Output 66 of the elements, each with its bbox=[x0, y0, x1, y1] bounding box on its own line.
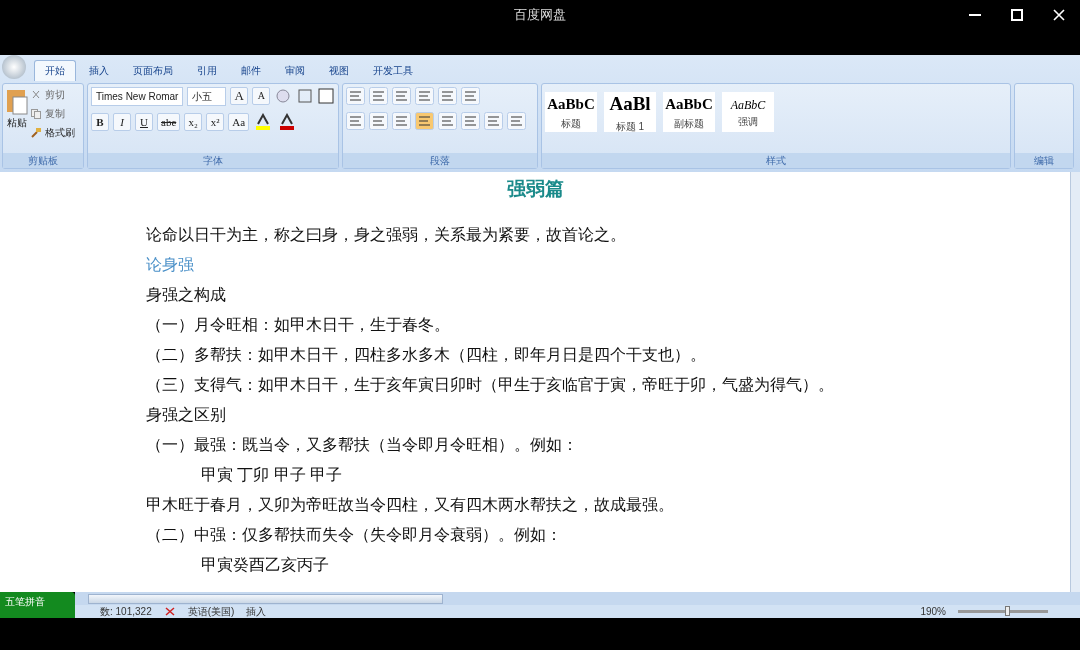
close-icon bbox=[1053, 9, 1065, 21]
group-label: 编辑 bbox=[1015, 153, 1073, 168]
group-label: 字体 bbox=[88, 153, 338, 168]
group-label: 样式 bbox=[542, 153, 1010, 168]
window-title: 百度网盘 bbox=[514, 6, 566, 24]
format-button[interactable]: I bbox=[113, 113, 131, 131]
office-orb-icon[interactable] bbox=[2, 55, 26, 79]
example-line: 甲寅 丁卯 甲子 甲子 bbox=[200, 465, 344, 485]
paragraph: 身强之构成 bbox=[146, 285, 227, 305]
word-count[interactable]: 数: 101,322 bbox=[100, 604, 152, 619]
vertical-scrollbar[interactable] bbox=[1070, 172, 1080, 592]
minimize-icon bbox=[969, 14, 981, 16]
group-label: 段落 bbox=[343, 153, 537, 168]
style-preset[interactable]: AaBl 标题 1 bbox=[604, 92, 656, 132]
ribbon-tab[interactable]: 视图 bbox=[318, 60, 360, 81]
paragraph: （二）中强：仅多帮扶而失令（失令即月令衰弱）。例如： bbox=[146, 525, 563, 545]
horizontal-scrollbar[interactable] bbox=[75, 592, 1080, 605]
ribbon-tab[interactable]: 开发工具 bbox=[362, 60, 424, 81]
ribbon-tab[interactable]: 邮件 bbox=[230, 60, 272, 81]
section-heading: 论身强 bbox=[146, 255, 195, 275]
grow-font-button[interactable]: A bbox=[230, 87, 249, 105]
cut-button[interactable]: 剪切 bbox=[31, 87, 75, 102]
style-preset[interactable]: AaBbC 副标题 bbox=[663, 92, 715, 132]
paragraph: （二）多帮扶：如甲木日干，四柱多水多木（四柱，即年月日是四个干支也）。 bbox=[146, 345, 707, 365]
paragraph: （一）月令旺相：如甲木日干，生于春冬。 bbox=[146, 315, 451, 335]
paste-button[interactable]: 粘贴 bbox=[6, 87, 28, 150]
format-button[interactable]: x² bbox=[206, 113, 225, 131]
style-preset[interactable]: AaBbC 强调 bbox=[722, 92, 774, 132]
format-painter-button[interactable]: 格式刷 bbox=[31, 125, 75, 140]
input-method-label[interactable]: 五笔拼音 bbox=[5, 596, 45, 607]
scissors-icon bbox=[31, 89, 41, 100]
insert-mode-label[interactable]: 插入 bbox=[246, 604, 267, 619]
font-name-dropdown[interactable]: Times New Romar bbox=[91, 87, 183, 106]
style-preset[interactable]: AaBbC 标题 bbox=[545, 92, 597, 132]
example-line: 甲寅癸酉乙亥丙子 bbox=[200, 555, 330, 575]
document-title: 强弱篇 bbox=[505, 177, 565, 201]
paragraph: （一）最强：既当令，又多帮扶（当令即月令旺相）。例如： bbox=[146, 435, 579, 455]
format-button[interactable]: x₂ bbox=[184, 113, 203, 131]
ribbon-tab[interactable]: 开始 bbox=[34, 60, 76, 81]
ribbon-tab[interactable]: 页面布局 bbox=[122, 60, 184, 81]
copy-button[interactable]: 复制 bbox=[31, 106, 75, 121]
paragraph: （三）支得气：如甲木日干，生于亥年寅日卯时（甲生于亥临官于寅，帝旺于卯，气盛为得气）。 bbox=[146, 375, 835, 395]
paragraph: 甲木旺于春月，又卯为帝旺故当令四柱，又有四木两水帮扶之，故成最强。 bbox=[146, 495, 675, 515]
format-button[interactable]: B bbox=[91, 113, 109, 131]
format-button[interactable]: abe bbox=[157, 113, 181, 131]
shrink-font-button[interactable]: A bbox=[252, 87, 271, 105]
align-left-icon[interactable] bbox=[346, 112, 365, 130]
ribbon-tab[interactable]: 审阅 bbox=[274, 60, 316, 81]
zoom-percent[interactable]: 190% bbox=[920, 604, 946, 619]
language-label[interactable]: 英语(美国) bbox=[187, 604, 235, 619]
char-border-icon[interactable] bbox=[317, 87, 335, 105]
paragraph: 身强之区别 bbox=[146, 405, 227, 425]
copy-icon bbox=[31, 108, 41, 119]
zoom-slider-thumb[interactable] bbox=[1004, 606, 1010, 616]
group-label: 剪贴板 bbox=[3, 153, 83, 168]
format-button[interactable]: U bbox=[135, 113, 153, 131]
scrollbar-thumb[interactable] bbox=[88, 593, 443, 604]
paragraph: 论命以日干为主，称之曰身，身之强弱，关系最为紧要，故首论之。 bbox=[146, 225, 627, 245]
format-button[interactable]: Aa bbox=[228, 113, 250, 131]
proofing-icon[interactable] bbox=[163, 606, 176, 617]
brush-icon bbox=[31, 127, 41, 138]
maximize-icon bbox=[1011, 9, 1023, 21]
font-size-dropdown[interactable]: 小五 bbox=[187, 87, 227, 106]
ribbon-tab[interactable]: 插入 bbox=[78, 60, 120, 81]
ribbon-tab[interactable]: 引用 bbox=[186, 60, 228, 81]
clipboard-icon bbox=[6, 87, 28, 115]
